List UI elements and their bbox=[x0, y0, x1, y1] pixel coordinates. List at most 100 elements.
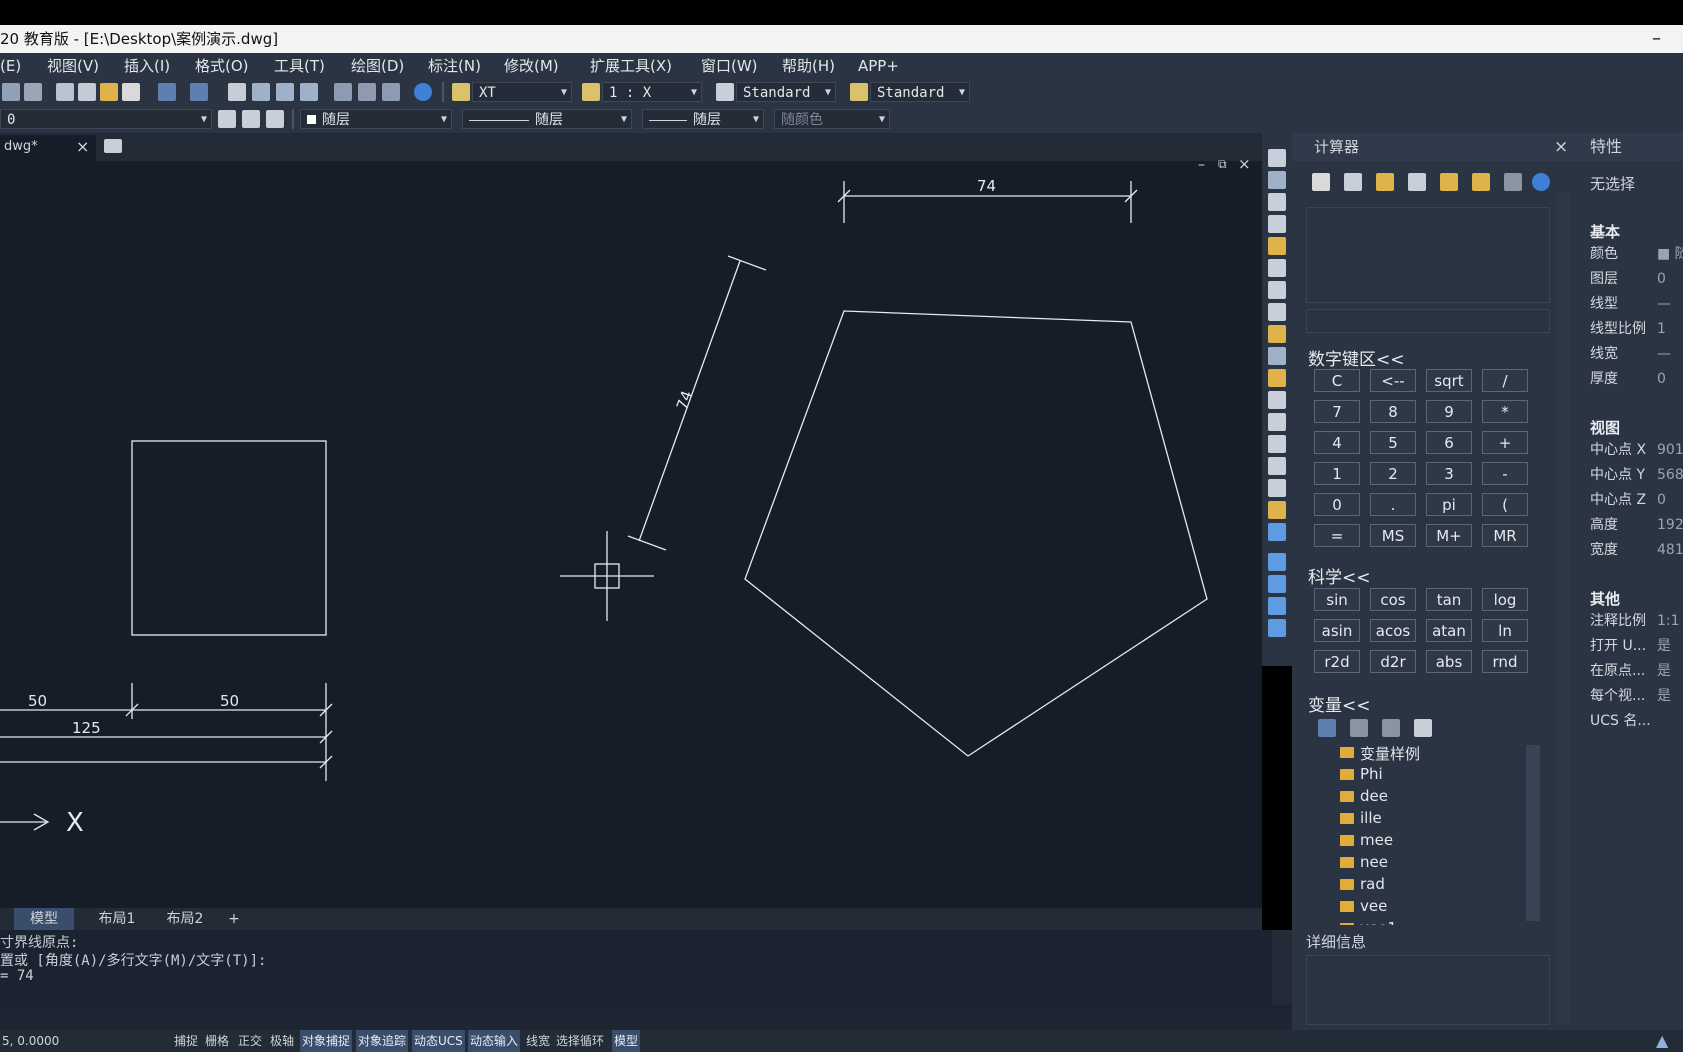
add-layout-button[interactable]: + bbox=[224, 908, 244, 930]
scientific-key[interactable]: ln bbox=[1482, 619, 1528, 642]
tool-palette-icon[interactable] bbox=[382, 83, 400, 101]
distance-icon[interactable] bbox=[1440, 173, 1458, 191]
help-icon[interactable] bbox=[414, 83, 432, 101]
variable-item[interactable]: mee bbox=[1306, 831, 1526, 853]
osnap-toggle[interactable]: 对象捕捉 bbox=[300, 1030, 353, 1052]
variable-item[interactable]: nee bbox=[1306, 853, 1526, 875]
dim-style-icon[interactable] bbox=[582, 83, 600, 101]
scientific-key[interactable]: cos bbox=[1370, 588, 1416, 611]
menu-format[interactable]: 格式(O) bbox=[195, 53, 249, 79]
scientific-key[interactable]: sin bbox=[1314, 588, 1360, 611]
viewport-close-icon[interactable]: × bbox=[1238, 155, 1251, 173]
property-row[interactable]: 颜色 ■ 随 bbox=[1577, 243, 1683, 266]
pentagon-shape[interactable] bbox=[744, 310, 1208, 757]
draworder-back-icon[interactable] bbox=[1268, 575, 1286, 593]
scientific-key[interactable]: rnd bbox=[1482, 650, 1528, 673]
numpad-key[interactable]: 4 bbox=[1314, 431, 1360, 454]
drawing-canvas[interactable]: 74 74 50 50 125 X – ⧉ × bbox=[0, 155, 1262, 908]
property-row[interactable]: 图层 0 bbox=[1577, 268, 1683, 291]
properties-icon[interactable] bbox=[334, 83, 352, 101]
minimize-button[interactable]: – bbox=[1652, 25, 1661, 53]
numpad-key[interactable]: + bbox=[1482, 431, 1528, 454]
zoom-previous-icon[interactable] bbox=[300, 83, 318, 101]
array-icon[interactable] bbox=[1268, 237, 1286, 255]
property-row[interactable]: 线型 — bbox=[1577, 293, 1683, 316]
scientific-key[interactable]: log bbox=[1482, 588, 1528, 611]
numpad-key[interactable]: = bbox=[1314, 524, 1360, 547]
polar-toggle[interactable]: 极轴 bbox=[270, 1030, 294, 1052]
scientific-key[interactable]: r2d bbox=[1314, 650, 1360, 673]
property-row[interactable]: 厚度 0 bbox=[1577, 368, 1683, 391]
publish-icon[interactable] bbox=[2, 83, 20, 101]
user-icon[interactable]: ▲ bbox=[1656, 1030, 1668, 1052]
variable-item[interactable]: dee bbox=[1306, 787, 1526, 809]
command-scrollbar[interactable] bbox=[1272, 930, 1292, 1005]
edit-polyline-icon[interactable] bbox=[1268, 523, 1286, 541]
join-icon[interactable] bbox=[1268, 435, 1286, 453]
numpad-key[interactable]: M+ bbox=[1426, 524, 1472, 547]
property-row[interactable]: 中心点 Z 0 bbox=[1577, 489, 1683, 512]
variable-scrollbar[interactable] bbox=[1526, 745, 1540, 921]
get-coordinates-icon[interactable] bbox=[1408, 173, 1426, 191]
erase-icon[interactable] bbox=[1268, 149, 1286, 167]
variable-tree[interactable]: 变量样例 Phi dee ille mee nee rad vee vee1 bbox=[1306, 739, 1540, 925]
break-at-point-icon[interactable] bbox=[1268, 391, 1286, 409]
design-center-icon[interactable] bbox=[358, 83, 376, 101]
angle-icon[interactable] bbox=[1472, 173, 1490, 191]
multileader-style-select[interactable]: Standard ▼ bbox=[870, 82, 970, 102]
menu-view[interactable]: 视图(V) bbox=[47, 53, 99, 79]
numpad-key[interactable]: 6 bbox=[1426, 431, 1472, 454]
clear-icon[interactable] bbox=[1312, 173, 1330, 191]
ortho-toggle[interactable]: 正交 bbox=[238, 1030, 262, 1052]
numpad-key[interactable]: / bbox=[1482, 369, 1528, 392]
delete-variable-icon[interactable] bbox=[1382, 719, 1400, 737]
menu-tools[interactable]: 工具(T) bbox=[274, 53, 325, 79]
property-row[interactable]: UCS 名... bbox=[1577, 710, 1683, 733]
tab-layout1[interactable]: 布局1 bbox=[88, 908, 146, 930]
command-line[interactable]: 寸界线原点: 置或 [角度(A)/多行文字(M)/文字(T)]: = 74 bbox=[0, 930, 1292, 1030]
paste-icon[interactable] bbox=[100, 83, 118, 101]
numpad-key[interactable]: * bbox=[1482, 400, 1528, 423]
text-style-select[interactable]: XT ▼ bbox=[472, 82, 572, 102]
numpad-key[interactable]: 5 bbox=[1370, 431, 1416, 454]
scientific-key[interactable]: d2r bbox=[1370, 650, 1416, 673]
text-style-icon[interactable] bbox=[452, 83, 470, 101]
multileader-style-icon[interactable] bbox=[850, 83, 868, 101]
edit-variable-icon[interactable] bbox=[1350, 719, 1368, 737]
numpad-key[interactable]: 7 bbox=[1314, 400, 1360, 423]
table-style-icon[interactable] bbox=[716, 83, 734, 101]
lineweight-toggle[interactable]: 线宽 bbox=[526, 1030, 550, 1052]
numpad-key[interactable]: <-- bbox=[1370, 369, 1416, 392]
square-shape[interactable] bbox=[131, 440, 327, 636]
table-style-select[interactable]: Standard ▼ bbox=[736, 82, 836, 102]
menu-app-plus[interactable]: APP+ bbox=[858, 53, 899, 79]
variables-section-title[interactable]: 变量<< bbox=[1308, 691, 1371, 716]
selection-cycling-toggle[interactable]: 选择循环 bbox=[556, 1030, 604, 1052]
cut-icon[interactable] bbox=[56, 83, 74, 101]
numpad-key[interactable]: C bbox=[1314, 369, 1360, 392]
property-row[interactable]: 中心点 X 901 bbox=[1577, 439, 1683, 462]
close-icon[interactable]: × bbox=[76, 135, 89, 159]
scale-icon[interactable] bbox=[1268, 303, 1286, 321]
model-toggle[interactable]: 模型 bbox=[612, 1030, 641, 1052]
scientific-key[interactable]: atan bbox=[1426, 619, 1472, 642]
scientific-section-title[interactable]: 科学<< bbox=[1308, 563, 1371, 588]
variable-item[interactable]: rad bbox=[1306, 875, 1526, 897]
numpad-key[interactable]: MR bbox=[1482, 524, 1528, 547]
dim-scale-select[interactable]: 1 : X ▼ bbox=[602, 82, 702, 102]
property-row[interactable]: 线宽 — bbox=[1577, 343, 1683, 366]
numpad-key[interactable]: 8 bbox=[1370, 400, 1416, 423]
scientific-key[interactable]: asin bbox=[1314, 619, 1360, 642]
explode-icon[interactable] bbox=[1268, 501, 1286, 519]
property-group-title[interactable]: 基本 bbox=[1590, 221, 1620, 242]
print-icon[interactable] bbox=[24, 83, 42, 101]
history-icon[interactable] bbox=[1344, 173, 1362, 191]
menu-edit[interactable]: (E) bbox=[0, 53, 21, 79]
viewport-minimize-icon[interactable]: – bbox=[1198, 157, 1205, 173]
layer-select[interactable]: 0 ▼ bbox=[0, 109, 212, 129]
rotate-icon[interactable] bbox=[1268, 281, 1286, 299]
zoom-window-icon[interactable] bbox=[276, 83, 294, 101]
undo-icon[interactable] bbox=[158, 83, 176, 101]
variable-item[interactable]: ille bbox=[1306, 809, 1526, 831]
numpad-key[interactable]: - bbox=[1482, 462, 1528, 485]
